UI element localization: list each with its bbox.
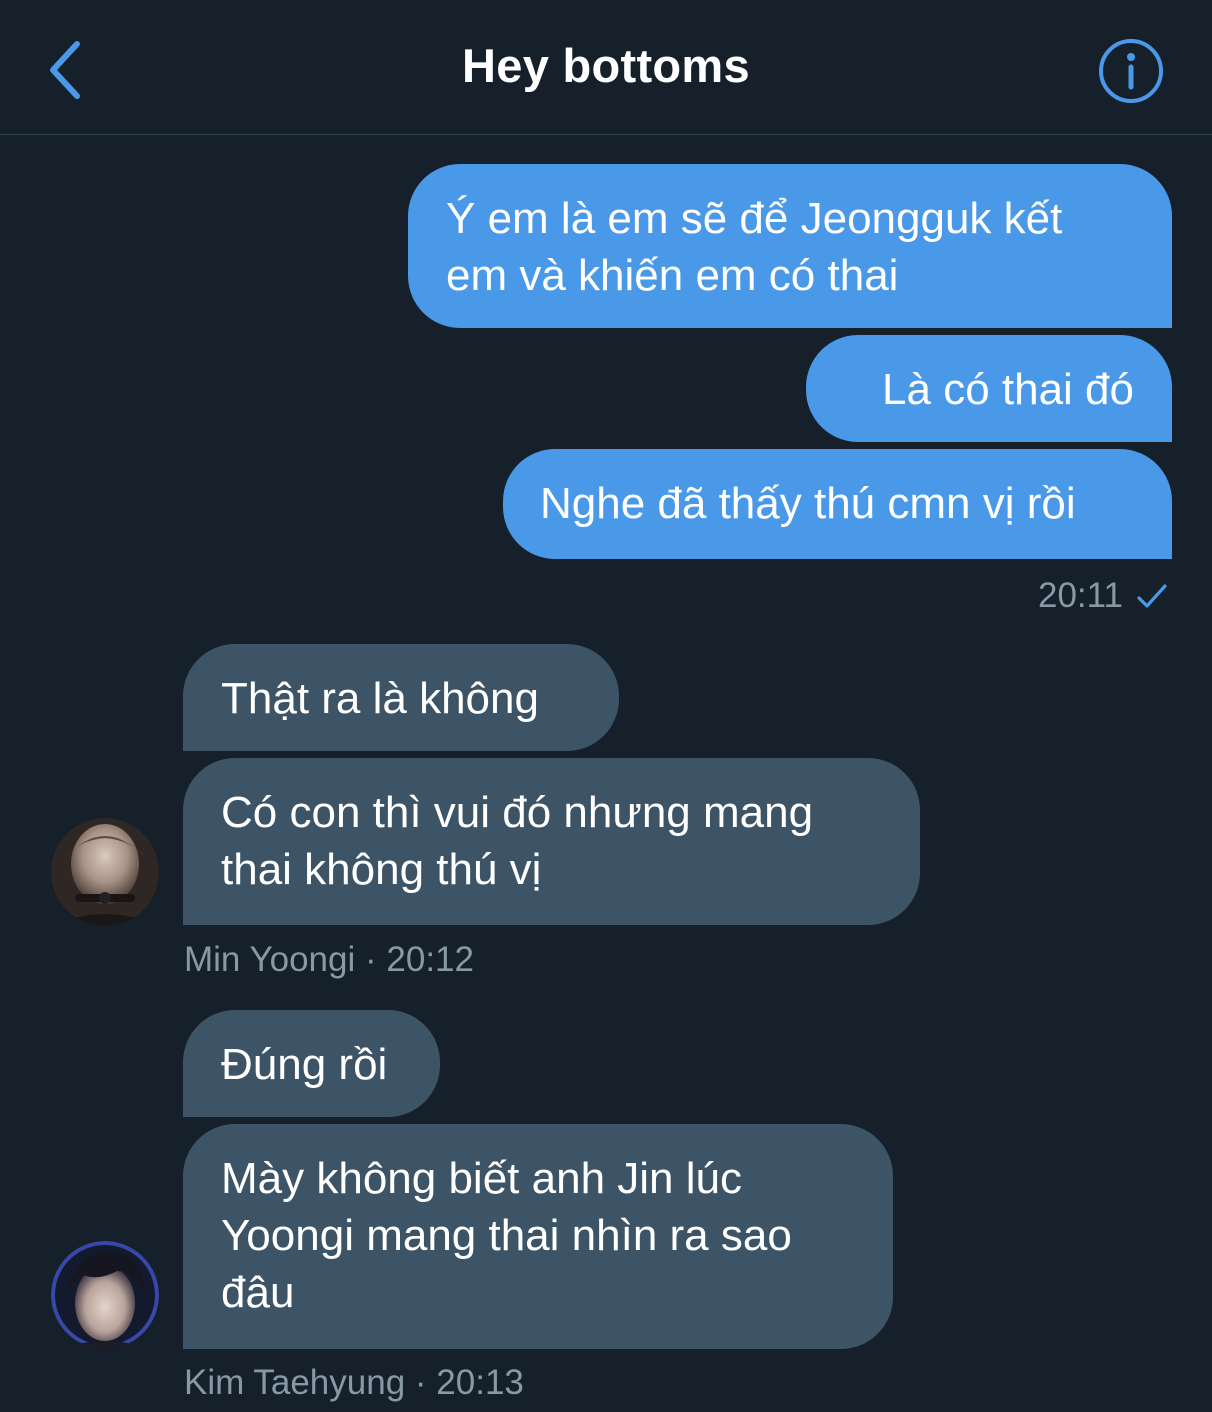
sender-name: Min Yoongi	[184, 940, 356, 979]
sender-name: Kim Taehyung	[184, 1363, 406, 1402]
info-circle-icon	[1099, 39, 1163, 103]
message-text: Thật ra là không	[221, 674, 539, 723]
message-time: 20:12	[386, 940, 474, 979]
avatar-image	[51, 818, 159, 926]
outgoing-message[interactable]: Ý em là em sẽ để Jeongguk kết em và khiế…	[408, 164, 1172, 328]
message-text: Nghe đã thấy thú cmn vị rồi	[540, 479, 1076, 528]
avatar-kim-taehyung[interactable]	[51, 1241, 159, 1349]
incoming-meta: Kim Taehyung · 20:13	[184, 1363, 524, 1403]
incoming-message[interactable]: Mày không biết anh Jin lúc Yoongi mang t…	[183, 1124, 893, 1349]
info-button[interactable]	[1097, 37, 1165, 105]
checkmark-icon	[1137, 584, 1167, 608]
avatar-min-yoongi[interactable]	[51, 818, 159, 926]
meta-separator: ·	[365, 940, 377, 979]
message-text: Là có thai đó	[882, 365, 1134, 414]
message-text: Có con thì vui đó nhưng mang thai không …	[221, 788, 814, 894]
outgoing-message[interactable]: Là có thai đó	[806, 335, 1172, 442]
message-text: Mày không biết anh Jin lúc Yoongi mang t…	[221, 1154, 792, 1317]
incoming-message[interactable]: Đúng rồi	[183, 1010, 440, 1117]
meta-separator: ·	[414, 1363, 427, 1402]
conversation-title: Hey bottoms	[462, 39, 750, 92]
avatar-image	[51, 1241, 159, 1349]
message-time: 20:11	[1038, 576, 1123, 615]
incoming-message[interactable]: Thật ra là không	[183, 644, 619, 751]
chat-header: Hey bottoms	[0, 0, 1212, 135]
incoming-message[interactable]: Có con thì vui đó nhưng mang thai không …	[183, 758, 920, 925]
message-text: Đúng rồi	[221, 1040, 388, 1089]
outgoing-meta: 20:11	[1038, 575, 1169, 617]
outgoing-message[interactable]: Nghe đã thấy thú cmn vị rồi	[503, 449, 1172, 559]
message-text: Ý em là em sẽ để Jeongguk kết em và khiế…	[446, 194, 1063, 300]
incoming-meta: Min Yoongi · 20:12	[184, 940, 474, 980]
message-time: 20:13	[436, 1363, 524, 1402]
